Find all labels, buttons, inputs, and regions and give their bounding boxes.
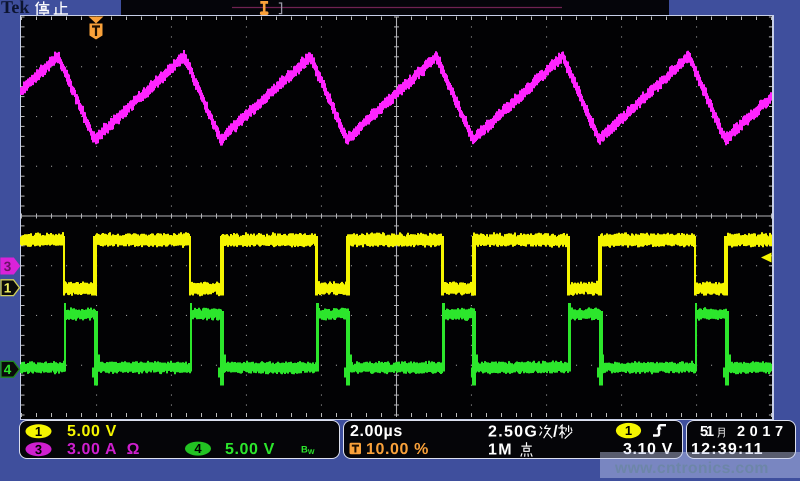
svg-text:4: 4 bbox=[194, 441, 202, 456]
svg-text:3: 3 bbox=[35, 442, 42, 457]
svg-text:BW: BW bbox=[301, 445, 315, 457]
svg-text:1: 1 bbox=[625, 423, 632, 438]
svg-text:1: 1 bbox=[35, 424, 42, 439]
